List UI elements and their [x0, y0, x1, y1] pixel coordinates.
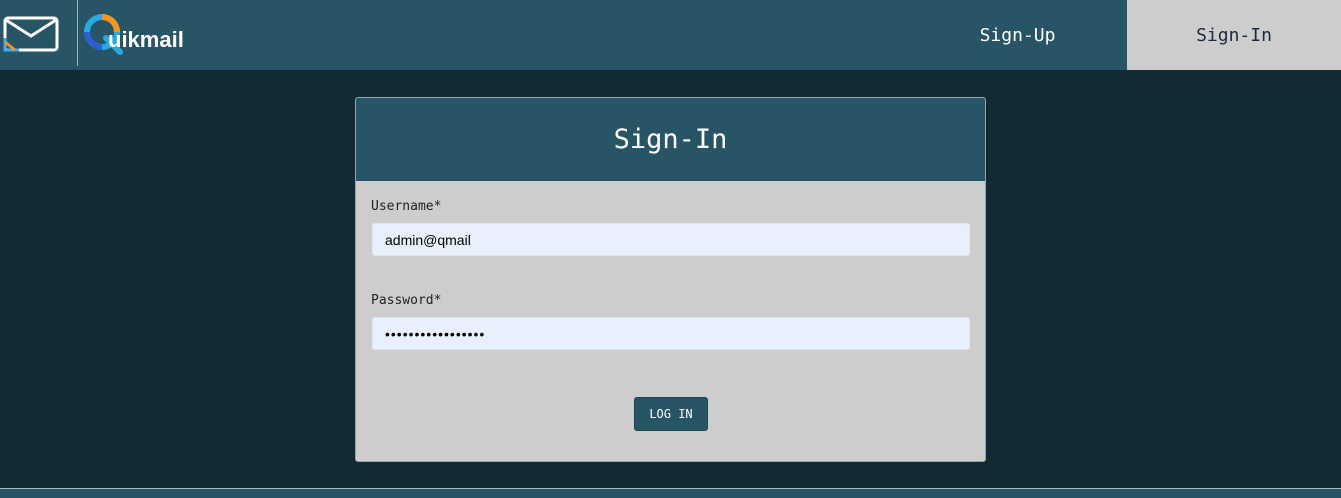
nav-signup-link[interactable]: Sign-Up: [908, 0, 1127, 70]
envelope-icon[interactable]: [3, 16, 59, 52]
password-input[interactable]: [372, 317, 970, 350]
brand-name: uikmail: [108, 27, 184, 52]
password-label: Password*: [371, 293, 442, 308]
nav-signin-link[interactable]: Sign-In: [1127, 0, 1341, 70]
logo-divider: [77, 0, 78, 66]
username-label: Username*: [371, 199, 442, 214]
username-input[interactable]: [372, 223, 970, 256]
login-button[interactable]: LOG IN: [634, 397, 708, 431]
brand-logo[interactable]: uikmail: [82, 12, 212, 56]
form-title: Sign-In: [356, 98, 985, 182]
top-navbar: uikmail Sign-Up Sign-In: [0, 0, 1341, 70]
signin-card: Sign-In Username* Password* LOG IN: [355, 97, 986, 462]
footer-bar: [0, 488, 1341, 498]
